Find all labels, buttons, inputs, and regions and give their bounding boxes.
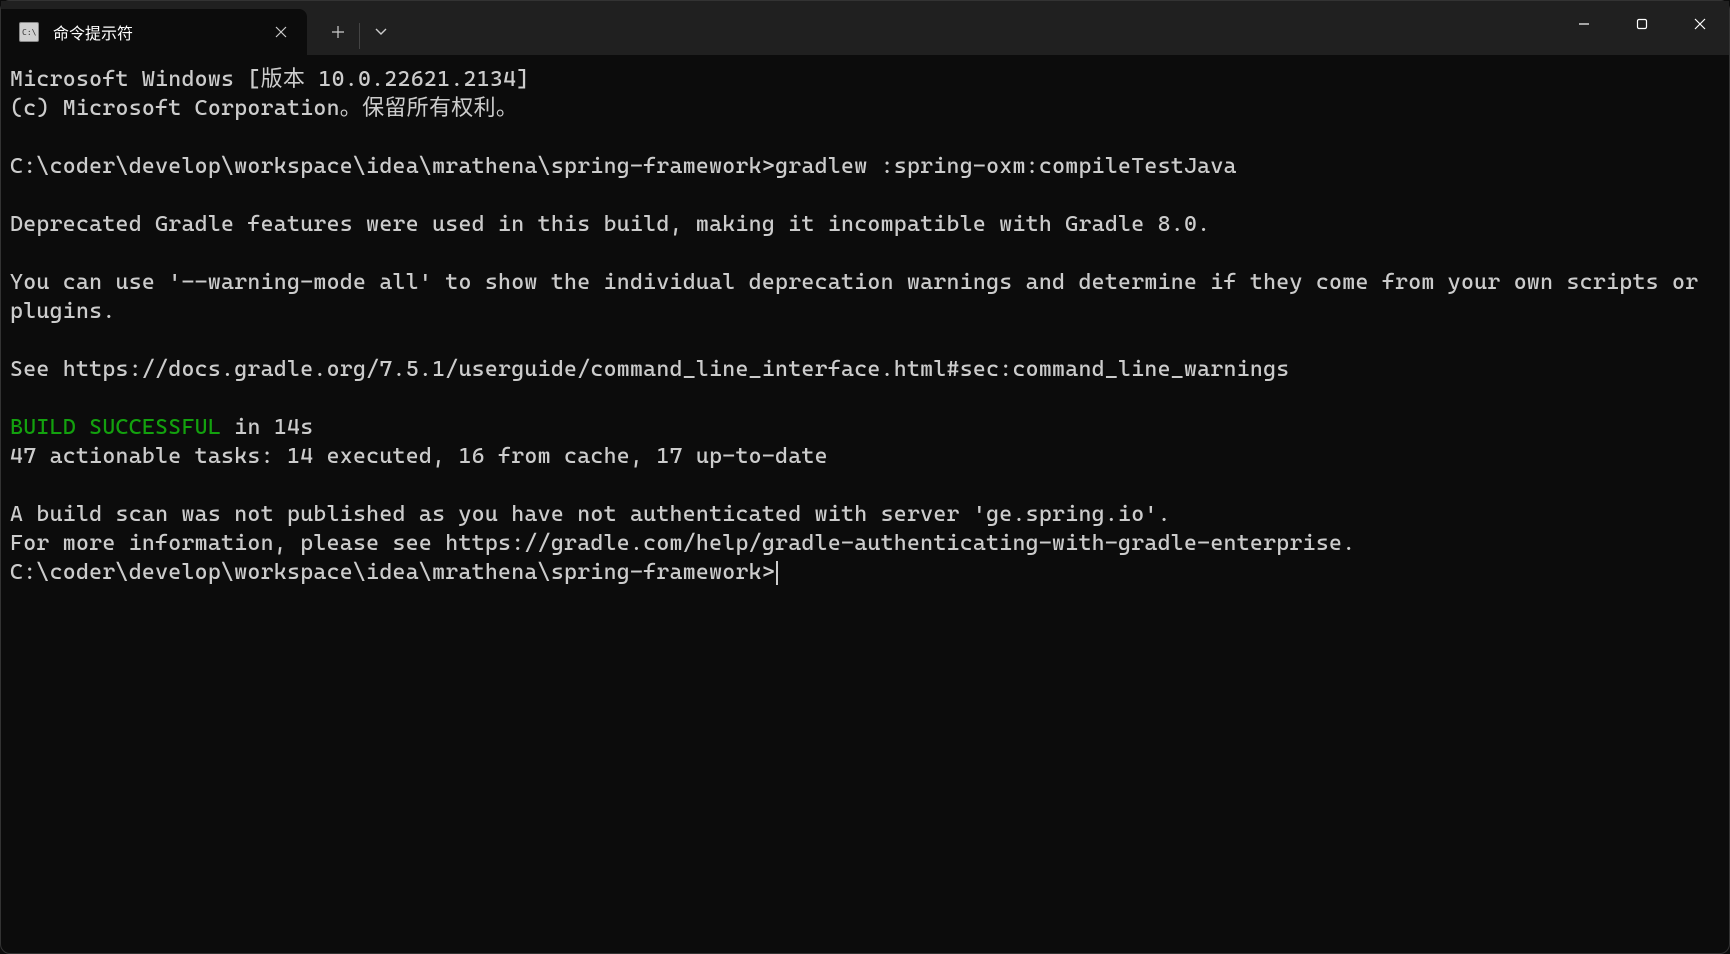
close-icon [1694,18,1706,30]
tab-title: 命令提示符 [53,20,267,44]
plus-icon [331,25,345,39]
svg-text:C:\: C:\ [22,28,36,37]
output-line: 47 actionable tasks: 14 executed, 16 fro… [10,444,828,469]
title-bar: C:\ 命令提示符 [1,1,1729,55]
tab-dropdown-button[interactable] [360,12,402,52]
window-close-button[interactable] [1671,1,1729,47]
build-status: BUILD SUCCESSFUL [10,415,221,440]
new-tab-button[interactable] [317,12,359,52]
tab-close-button[interactable] [267,18,295,46]
terminal-output[interactable]: Microsoft Windows [版本 10.0.22621.2134] (… [1,55,1729,597]
titlebar-drag-area[interactable] [402,1,1555,55]
output-line: For more information, please see https:/… [10,531,1355,556]
tab-active[interactable]: C:\ 命令提示符 [1,9,307,55]
prompt-path: C:\coder\develop\workspace\idea\mrathena… [10,154,775,179]
cmd-icon: C:\ [19,22,39,42]
output-line: A build scan was not published as you ha… [10,502,1171,527]
output-line: Microsoft Windows [版本 10.0.22621.2134] [10,67,529,92]
output-line: Deprecated Gradle features were used in … [10,212,1210,237]
minimize-button[interactable] [1555,1,1613,47]
window-controls [1555,1,1729,55]
prompt-path: C:\coder\develop\workspace\idea\mrathena… [10,560,775,585]
output-line: (c) Microsoft Corporation。保留所有权利。 [10,96,518,121]
build-time: in 14s [221,415,313,440]
output-line: You can use '--warning-mode all' to show… [10,270,1712,324]
cursor [776,561,778,585]
tab-actions [317,9,402,55]
maximize-button[interactable] [1613,1,1671,47]
close-icon [275,26,287,38]
chevron-down-icon [374,28,388,36]
output-line: See https://docs.gradle.org/7.5.1/usergu… [10,357,1290,382]
prompt-command: gradlew :spring-oxm:compileTestJava [775,154,1237,179]
maximize-icon [1636,18,1648,30]
minimize-icon [1578,18,1590,30]
